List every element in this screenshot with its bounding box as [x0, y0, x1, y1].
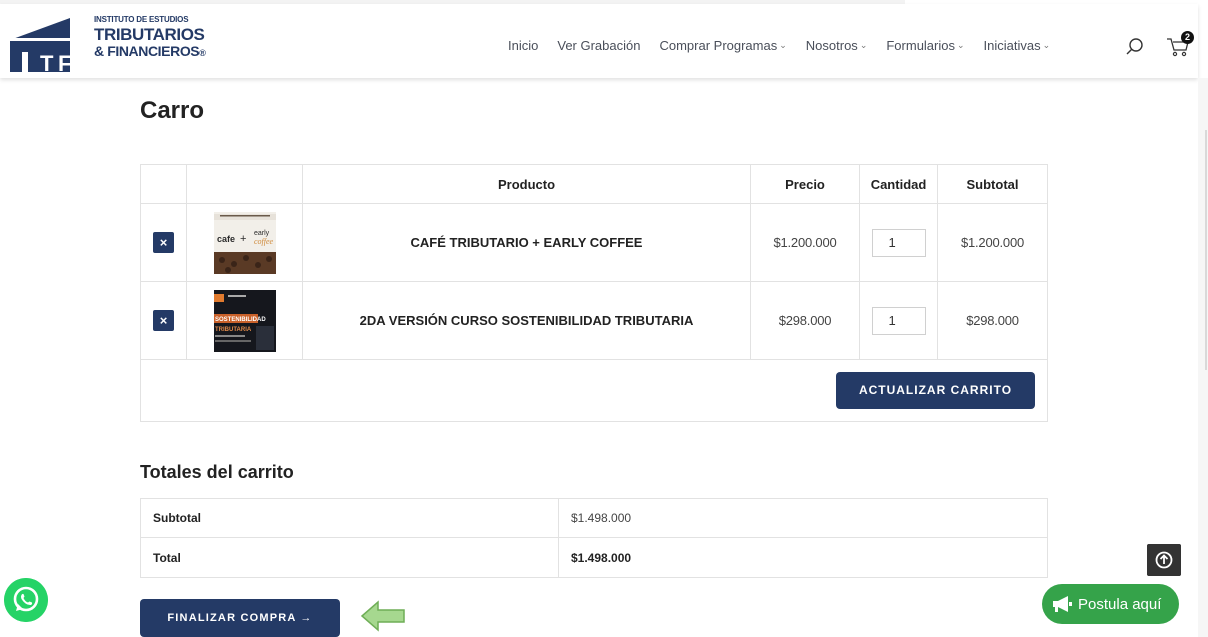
totals-row-subtotal: Subtotal $1.498.000 [141, 499, 1047, 538]
totals-value: $1.498.000 [571, 511, 632, 525]
cart-header-row: Producto Precio Cantidad Subtotal [141, 165, 1047, 204]
site-header: T F INSTITUTO DE ESTUDIOS TRIBUTARIOS & … [0, 4, 1198, 78]
quantity-input[interactable]: 1 [871, 306, 926, 335]
arrow-left-icon [360, 600, 405, 632]
brand-line-1: INSTITUTO DE ESTUDIOS [94, 15, 189, 24]
remove-item-button[interactable]: × [153, 310, 174, 331]
nav-item-iniciativas[interactable]: Iniciativas ⌄ [984, 35, 1051, 55]
totals-label: Subtotal [141, 499, 559, 537]
product-name[interactable]: CAFÉ TRIBUTARIO + EARLY COFFEE [411, 235, 643, 250]
nav-item-comprar-programas[interactable]: Comprar Programas ⌄ [659, 35, 786, 55]
search-icon[interactable] [1125, 37, 1145, 57]
chevron-down-icon: ⌄ [779, 39, 787, 50]
chevron-down-icon: ⌄ [956, 39, 965, 50]
product-subtotal: $298.000 [966, 313, 1019, 328]
logo-mark-icon: T F [10, 18, 90, 72]
cart-totals-table: Subtotal $1.498.000 Total $1.498.000 [140, 498, 1048, 578]
column-header-subtotal: Subtotal [966, 176, 1019, 192]
update-cart-button[interactable]: ACTUALIZAR CARRITO [836, 372, 1035, 409]
chevron-down-icon: ⌄ [1042, 39, 1051, 50]
chevron-down-icon: ⌄ [859, 39, 868, 50]
totals-value: $1.498.000 [571, 550, 632, 565]
column-header-remove [141, 165, 187, 203]
scrollbar-thumb[interactable] [1205, 130, 1207, 370]
svg-text:TRIBUTARIA: TRIBUTARIA [215, 327, 252, 333]
product-thumbnail[interactable]: SOSTENIBILIDAD TRIBUTARIA [213, 289, 276, 352]
nav-item-nosotros[interactable]: Nosotros ⌄ [806, 35, 868, 55]
svg-text:early: early [254, 230, 270, 237]
nav-item-ver-grabacion[interactable]: Ver Grabación [557, 35, 640, 55]
remove-item-button[interactable]: × [153, 232, 174, 253]
cart-count-badge: 2 [1181, 31, 1194, 44]
cart-actions-row: ACTUALIZAR CARRITO [141, 360, 1047, 421]
postula-button[interactable]: Postula aquí [1042, 584, 1179, 624]
column-header-price: Precio [751, 165, 860, 203]
brand-line-3: & FINANCIEROS® [94, 43, 206, 59]
svg-text:T: T [40, 51, 54, 72]
checkout-button[interactable]: FINALIZAR COMPRA → [140, 599, 340, 637]
product-price: $1.200.000 [773, 235, 837, 250]
nav-item-formularios[interactable]: Formularios ⌄ [886, 35, 964, 55]
brand-line-2: TRIBUTARIOS [94, 25, 205, 44]
page-title: Carro [140, 97, 205, 124]
column-header-thumbnail [187, 165, 303, 203]
svg-text:F: F [58, 51, 71, 72]
column-header-quantity: Cantidad [860, 165, 938, 203]
svg-text:coffee: coffee [254, 237, 274, 246]
cart-totals-title: Totales del carrito [140, 462, 294, 482]
product-thumbnail[interactable]: cafe + early coffee [213, 211, 276, 274]
svg-text:SOSTENIBILIDAD: SOSTENIBILIDAD [215, 317, 266, 323]
nav-item-inicio[interactable]: Inicio [508, 35, 538, 55]
cart-item-row: × SOSTENIBILIDAD TRIBUTARIA 2DA VERSIÓN … [141, 282, 1047, 360]
postula-label: Postula aquí [1078, 595, 1162, 613]
main-nav: Inicio Ver Grabación Comprar Programas ⌄ … [508, 35, 1050, 55]
scroll-to-top-icon[interactable] [1147, 544, 1181, 576]
whatsapp-icon[interactable] [4, 578, 48, 622]
cart-table: Producto Precio Cantidad Subtotal × cafe… [140, 164, 1048, 422]
svg-text:cafe: cafe [217, 234, 235, 244]
brand-logo[interactable]: T F INSTITUTO DE ESTUDIOS TRIBUTARIOS & … [10, 14, 210, 72]
cart-item-row: × cafe + early coffee CAFÉ TRIBUTARIO + … [141, 204, 1047, 282]
product-name[interactable]: 2DA VERSIÓN CURSO SOSTENIBILIDAD TRIBUTA… [360, 313, 694, 328]
quantity-input[interactable]: 1 [871, 228, 926, 257]
column-header-product: Producto [303, 165, 751, 203]
svg-text:+: + [240, 233, 246, 245]
totals-row-total: Total $1.498.000 [141, 538, 1047, 577]
brand-name: INSTITUTO DE ESTUDIOS TRIBUTARIOS & FINA… [94, 15, 214, 59]
product-price: $298.000 [778, 313, 832, 328]
totals-label: Total [141, 538, 559, 577]
product-subtotal: $1.200.000 [960, 235, 1025, 250]
megaphone-icon [1053, 596, 1072, 612]
